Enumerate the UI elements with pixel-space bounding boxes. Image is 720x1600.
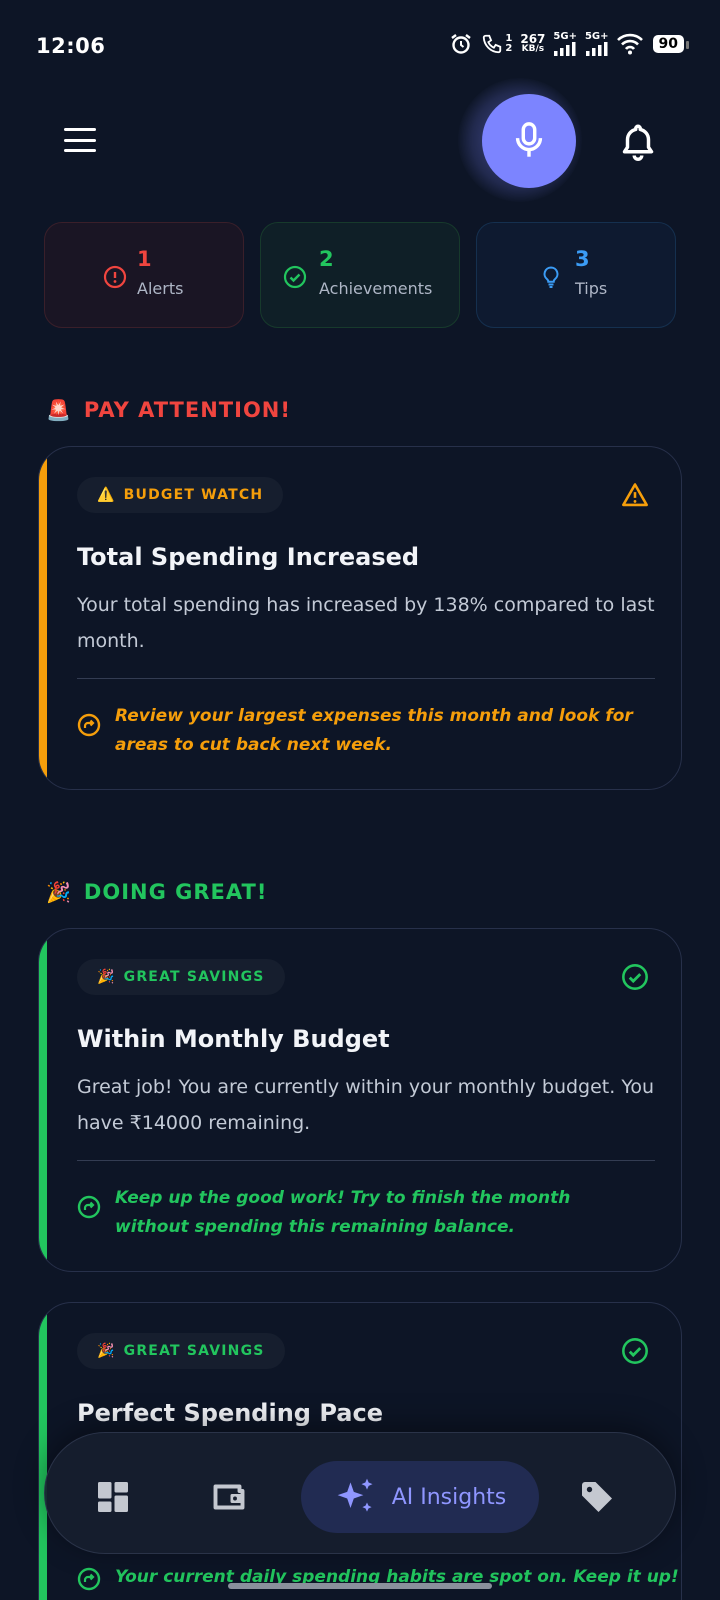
insight-description: Great job! You are currently within your… — [77, 1076, 655, 1134]
alarm-icon — [451, 34, 472, 54]
net-speed-value: 267 — [520, 32, 546, 46]
microphone-icon — [515, 122, 543, 157]
accent-bar — [39, 929, 47, 1271]
party-emoji: 🎉 — [97, 969, 116, 985]
insight-tip: Keep up the good work! Try to finish the… — [115, 1188, 571, 1237]
redo-circle-icon — [77, 713, 101, 737]
check-circle-icon — [622, 964, 648, 990]
wallet-icon[interactable] — [211, 1479, 247, 1515]
achievements-stat-card[interactable]: 2 Achievements — [260, 222, 460, 328]
home-indicator[interactable] — [228, 1583, 492, 1589]
insight-card-budget-watch[interactable]: ⚠️ BUDGET WATCH Total Spending Increased… — [38, 446, 682, 790]
section-pay-attention-title: PAY ATTENTION! — [83, 398, 291, 422]
alerts-stat-card[interactable]: 1 Alerts — [44, 222, 244, 328]
call-indicator: 12 — [481, 33, 512, 55]
tips-label: Tips — [575, 279, 608, 298]
signal-bars-icon — [585, 42, 608, 56]
party-emoji: 🎉 — [97, 1343, 116, 1359]
phone-call-icon — [483, 34, 502, 54]
sparkles-icon — [337, 1478, 373, 1512]
alert-circle-icon — [103, 265, 127, 289]
siren-emoji: 🚨 — [46, 398, 72, 422]
check-circle-icon — [622, 1338, 648, 1364]
signal-2: 5G+ — [585, 32, 609, 56]
insight-card-within-budget[interactable]: 🎉 GREAT SAVINGS Within Monthly Budget Gr… — [38, 928, 682, 1272]
insight-tag: ⚠️ BUDGET WATCH — [77, 477, 284, 513]
bell-icon[interactable] — [620, 122, 656, 162]
net-speed-unit: KB/s — [521, 44, 545, 54]
insight-tag: 🎉 GREAT SAVINGS — [77, 959, 285, 995]
achievements-label: Achievements — [319, 279, 433, 298]
insight-description: Your total spending has increased by 138… — [77, 594, 655, 652]
wifi-icon — [616, 33, 643, 55]
nav-ai-insights[interactable]: AI Insights — [301, 1461, 539, 1533]
insight-title: Perfect Spending Pace — [77, 1399, 383, 1427]
party-emoji: 🎉 — [46, 880, 72, 904]
insight-tag-label: GREAT SAVINGS — [123, 969, 265, 985]
redo-circle-icon — [77, 1195, 101, 1219]
check-circle-icon — [283, 265, 307, 289]
signal-1: 5G+ — [553, 32, 577, 56]
insight-title: Within Monthly Budget — [77, 1025, 390, 1053]
nav-ai-insights-label: AI Insights — [391, 1484, 507, 1510]
section-doing-great-title: DOING GREAT! — [83, 880, 268, 904]
signal-1-label: 5G+ — [553, 31, 577, 42]
alerts-label: Alerts — [137, 279, 184, 298]
tips-count: 3 — [575, 247, 590, 271]
status-icons: 12 267 KB/s 5G+ 5G+ 90 — [449, 32, 690, 56]
achievements-count: 2 — [319, 247, 334, 271]
dashboard-icon[interactable] — [95, 1479, 131, 1515]
net-speed: 267 KB/s — [520, 32, 546, 54]
insight-tag-label: GREAT SAVINGS — [123, 1343, 265, 1359]
lightbulb-icon — [543, 266, 559, 288]
bottom-navigation: AI Insights — [44, 1432, 676, 1554]
signal-bars-icon — [554, 42, 576, 56]
tag-icon[interactable] — [579, 1479, 615, 1515]
voice-input-button[interactable] — [482, 94, 576, 188]
hamburger-menu-icon[interactable] — [62, 126, 98, 154]
divider — [77, 678, 655, 679]
insight-title: Total Spending Increased — [77, 543, 420, 571]
accent-bar — [39, 1303, 47, 1600]
alerts-count: 1 — [137, 247, 152, 271]
insight-tag-label: BUDGET WATCH — [123, 487, 264, 503]
warning-triangle-icon — [622, 483, 648, 507]
signal-2-label: 5G+ — [584, 31, 609, 42]
section-doing-great: 🎉 DOING GREAT! — [46, 880, 267, 904]
tips-stat-card[interactable]: 3 Tips — [476, 222, 676, 328]
insight-tip: Review your largest expenses this month … — [115, 706, 633, 755]
accent-bar — [39, 447, 47, 789]
redo-circle-icon — [77, 1567, 101, 1591]
battery-indicator: 90 — [652, 35, 690, 53]
section-pay-attention: 🚨 PAY ATTENTION! — [46, 398, 291, 422]
status-time: 12:06 — [36, 34, 106, 58]
insight-tag: 🎉 GREAT SAVINGS — [77, 1333, 285, 1369]
divider — [77, 1160, 655, 1161]
sim-bottom-label: 2 — [505, 43, 513, 54]
warning-emoji: ⚠️ — [97, 487, 116, 503]
